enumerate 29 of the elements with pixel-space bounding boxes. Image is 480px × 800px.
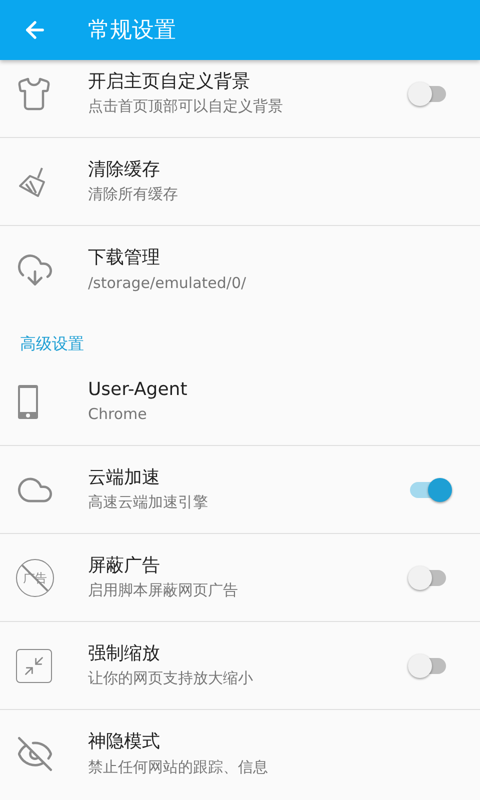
row-subtitle: 启用脚本屏蔽网页广告 bbox=[88, 581, 239, 600]
settings-row[interactable]: 下载管理 /storage/emulated/0/ bbox=[0, 226, 480, 314]
row-title: 云端加速 bbox=[88, 466, 161, 490]
row-subtitle: 禁止任何网站的跟踪、信息 bbox=[88, 758, 269, 777]
row-title: User-Agent bbox=[88, 378, 188, 402]
row-subtitle: Chrome bbox=[88, 405, 148, 424]
row-title: 屏蔽广告 bbox=[88, 554, 161, 578]
shirt-icon bbox=[16, 76, 52, 112]
app-bar-title: 常规设置 bbox=[88, 16, 176, 44]
settings-row[interactable]: User-Agent Chrome bbox=[0, 358, 480, 446]
row-title: 神隐模式 bbox=[88, 731, 161, 754]
settings-row[interactable]: 清除缓存 清除所有缓存 bbox=[0, 138, 480, 226]
shrink-icon bbox=[16, 648, 52, 682]
row-title: 开启主页自定义背景 bbox=[88, 70, 251, 94]
hidden-eye-icon bbox=[16, 735, 54, 773]
settings-row[interactable]: 云端加速 高速云端加速引擎 bbox=[0, 446, 480, 534]
phone-icon bbox=[16, 384, 40, 420]
row-title: 强制缩放 bbox=[88, 642, 161, 666]
row-subtitle: 让你的网页支持放大缩小 bbox=[88, 669, 254, 688]
settings-row[interactable]: 开启主页自定义背景 点击首页顶部可以自定义背景 bbox=[0, 60, 480, 138]
row-subtitle: 高速云端加速引擎 bbox=[88, 493, 209, 512]
row-subtitle: 点击首页顶部可以自定义背景 bbox=[88, 97, 284, 116]
row-subtitle: 清除所有缓存 bbox=[88, 185, 179, 204]
row-title: 下载管理 bbox=[88, 247, 161, 270]
row-title: 清除缓存 bbox=[88, 158, 161, 182]
settings-row[interactable]: 神隐模式 禁止任何网站的跟踪、信息 bbox=[0, 710, 480, 798]
settings-row[interactable]: 强制缩放 让你的网页支持放大缩小 bbox=[0, 622, 480, 710]
section-header: 高级设置 bbox=[20, 333, 84, 355]
row-subtitle: /storage/emulated/0/ bbox=[88, 274, 248, 293]
